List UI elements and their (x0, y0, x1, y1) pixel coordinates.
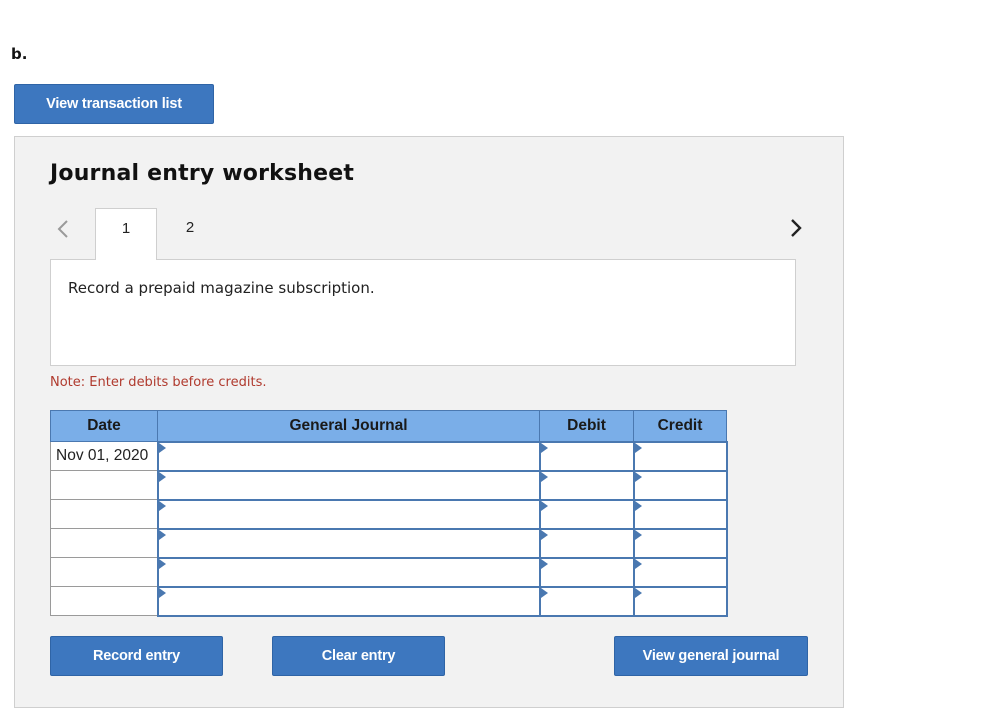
credit-input[interactable] (632, 440, 728, 472)
credit-input[interactable] (632, 585, 728, 617)
account-input[interactable] (156, 498, 541, 530)
debit-input[interactable] (538, 556, 635, 588)
header-debit: Debit (539, 410, 634, 442)
table-row (50, 527, 728, 559)
entry-description-box: Record a prepaid magazine subscription. (50, 259, 796, 366)
view-transaction-list-button[interactable]: View transaction list (14, 84, 214, 124)
chevron-right-icon[interactable] (786, 215, 806, 241)
account-input[interactable] (156, 527, 541, 559)
tab-2[interactable]: 2 (175, 208, 205, 260)
journal-worksheet-panel: Journal entry worksheet 1 2 Record a pre… (14, 136, 844, 708)
debit-input[interactable] (538, 498, 635, 530)
journal-header-row: Date General Journal Debit Credit (50, 410, 727, 442)
account-input[interactable] (156, 440, 541, 472)
part-label: b. (11, 45, 28, 63)
table-row (50, 585, 728, 617)
header-credit: Credit (633, 410, 727, 442)
date-cell (50, 499, 158, 529)
date-cell (50, 586, 158, 616)
date-cell (50, 470, 158, 500)
chevron-left-icon[interactable] (53, 217, 73, 241)
table-row: Nov 01, 2020 (50, 440, 728, 472)
debit-input[interactable] (538, 527, 635, 559)
entry-description: Record a prepaid magazine subscription. (68, 279, 375, 297)
debit-credit-note: Note: Enter debits before credits. (50, 375, 267, 390)
credit-input[interactable] (632, 527, 728, 559)
table-row (50, 556, 728, 588)
credit-input[interactable] (632, 469, 728, 501)
tab-1[interactable]: 1 (95, 208, 157, 260)
credit-input[interactable] (632, 556, 728, 588)
account-input[interactable] (156, 556, 541, 588)
tab-1-label: 1 (121, 220, 131, 237)
header-date: Date (50, 410, 158, 442)
clear-entry-button[interactable]: Clear entry (272, 636, 445, 676)
table-row (50, 469, 728, 501)
date-cell (50, 528, 158, 558)
header-general-journal: General Journal (157, 410, 540, 442)
debit-input[interactable] (538, 440, 635, 472)
account-input[interactable] (156, 585, 541, 617)
credit-input[interactable] (632, 498, 728, 530)
journal-table: Date General Journal Debit Credit Nov 01… (50, 410, 728, 617)
tab-2-label: 2 (185, 219, 195, 236)
debit-input[interactable] (538, 585, 635, 617)
worksheet-title: Journal entry worksheet (50, 161, 355, 186)
account-input[interactable] (156, 469, 541, 501)
record-entry-button[interactable]: Record entry (50, 636, 223, 676)
debit-input[interactable] (538, 469, 635, 501)
view-general-journal-button[interactable]: View general journal (614, 636, 808, 676)
date-cell (50, 557, 158, 587)
date-cell: Nov 01, 2020 (50, 441, 158, 471)
table-row (50, 498, 728, 530)
